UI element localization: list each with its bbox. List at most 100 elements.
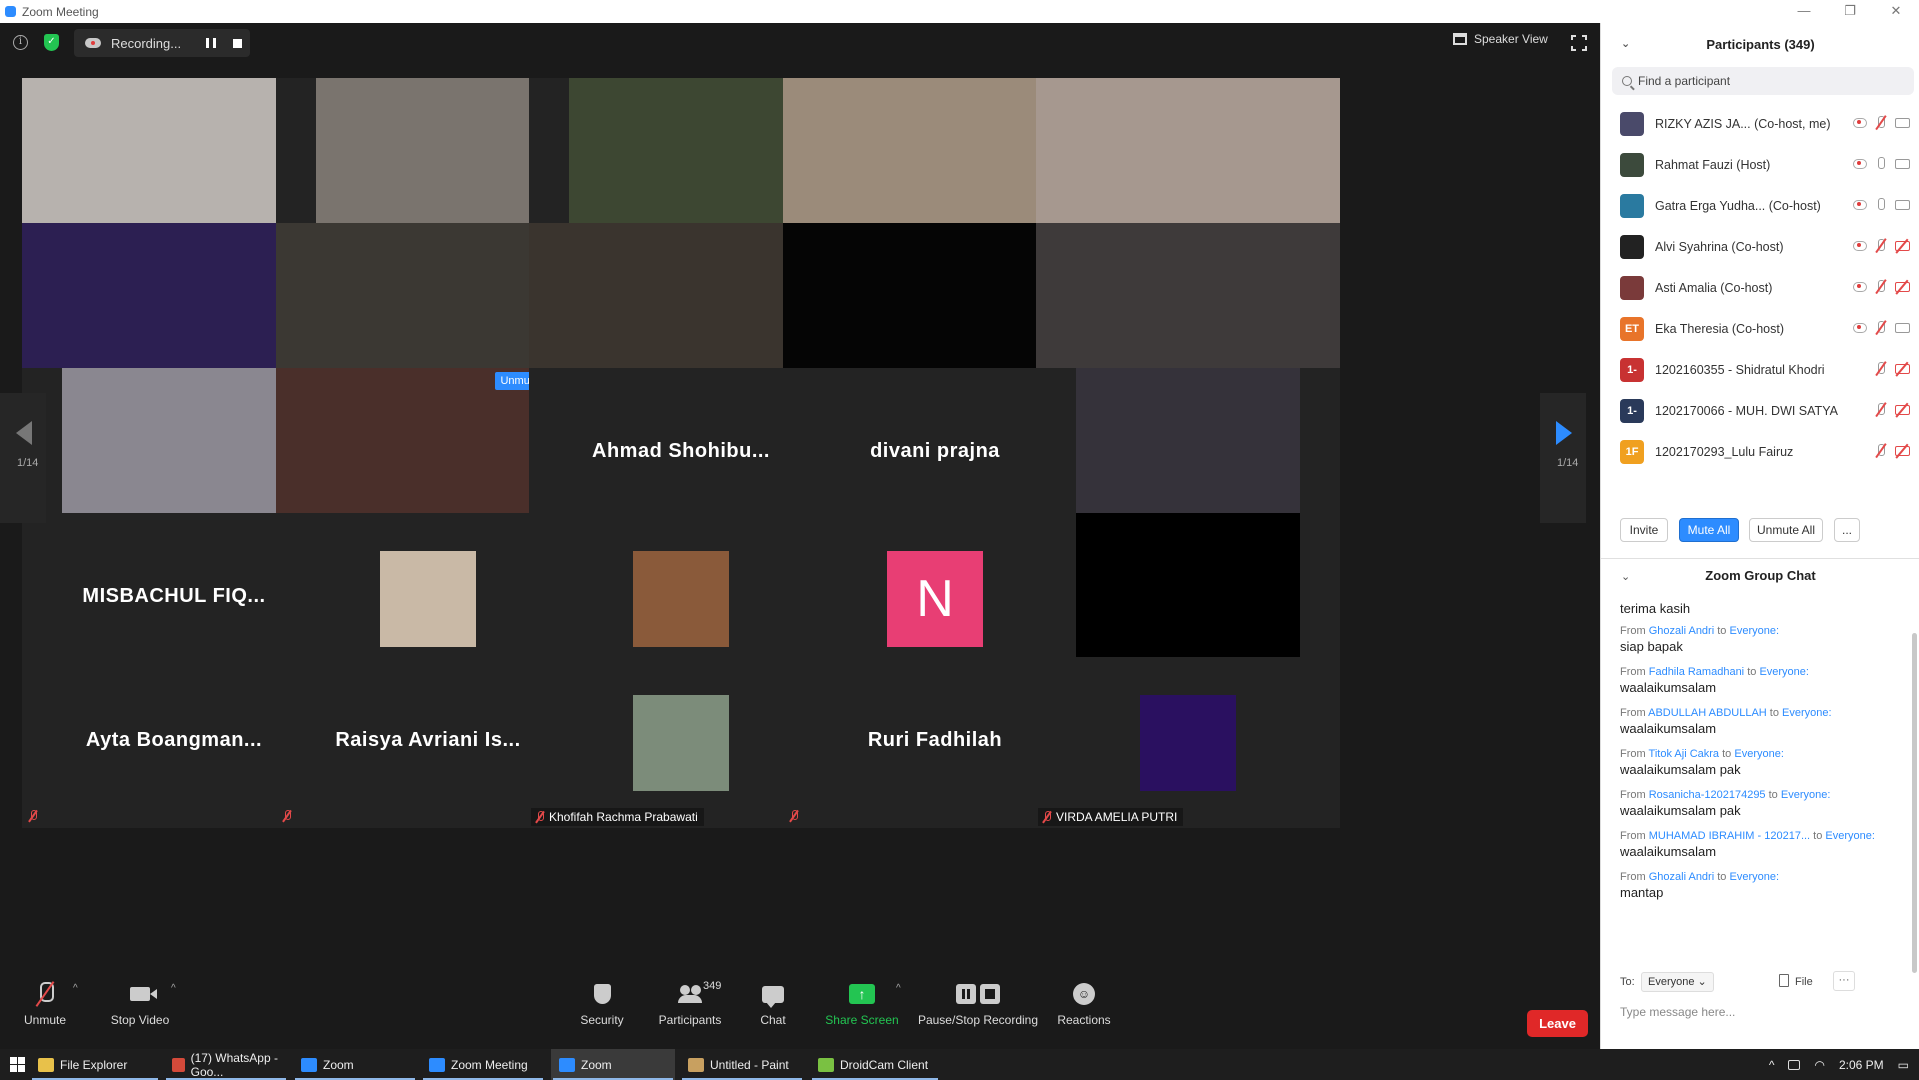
participant-name: 1202170293_Lulu Fairuz (1655, 444, 1794, 459)
muted-mic-icon[interactable] (1875, 444, 1887, 458)
notifications-icon[interactable]: ▭ (1898, 1058, 1909, 1072)
participants-more-button[interactable]: ... (1834, 518, 1860, 542)
sender-name[interactable]: Ghozali Andri (1649, 625, 1714, 637)
invite-button[interactable]: Invite (1620, 518, 1668, 542)
muted-mic-icon[interactable] (1875, 321, 1887, 335)
participant-search-input[interactable]: Find a participant (1612, 67, 1914, 95)
participant-row[interactable]: 1F 1202170293_Lulu Fairuz (1601, 431, 1919, 472)
security-button[interactable]: Security (576, 981, 628, 1027)
participant-tile[interactable]: VIRDA AMELIA PUTRI (1036, 657, 1340, 828)
unmute-button[interactable]: Unmute (22, 981, 68, 1027)
chat-message: From Titok Aji Cakra to Everyone: waalaik… (1620, 748, 1905, 777)
side-panel: ⌄ Participants (349) Find a participant … (1600, 23, 1919, 1049)
participant-row[interactable]: 1- 1202170066 - MUH. DWI SATYA (1601, 390, 1919, 431)
participant-row[interactable]: Alvi Syahrina (Co-host) (1601, 226, 1919, 267)
taskbar-item[interactable]: Zoom (293, 1049, 417, 1080)
participant-row[interactable]: ET Eka Theresia (Co-host) (1601, 308, 1919, 349)
participant-avatar (1140, 694, 1236, 791)
muted-mic-icon[interactable] (1875, 280, 1887, 294)
info-icon[interactable]: i (13, 35, 28, 50)
close-button[interactable]: ✕ (1873, 0, 1919, 23)
tray-expand-icon[interactable]: ^ (1769, 1058, 1775, 1072)
audio-options-caret[interactable]: ^ (73, 983, 78, 994)
taskbar-item[interactable]: Zoom Meeting (421, 1049, 545, 1080)
participant-row[interactable]: Gatra Erga Yudha... (Co-host) (1601, 185, 1919, 226)
battery-icon[interactable] (1788, 1059, 1801, 1070)
restore-button[interactable]: ❐ (1827, 0, 1873, 23)
muted-mic-icon[interactable] (1875, 239, 1887, 253)
participant-name-bar: VIRDA AMELIA PUTRI (1038, 808, 1184, 826)
recipient-name[interactable]: Everyone: (1825, 830, 1875, 842)
collapse-participants-icon[interactable]: ⌄ (1621, 37, 1630, 50)
video-off-icon (1895, 405, 1910, 415)
participant-row[interactable]: Rahmat Fauzi (Host) (1601, 144, 1919, 185)
chat-message: From MUHAMAD IBRAHIM - 120217... to Ever… (1620, 830, 1905, 859)
participant-row[interactable]: 1- 1202160355 - Shidratul Khodri (1601, 349, 1919, 390)
file-button[interactable]: File (1795, 976, 1813, 988)
recipient-name[interactable]: Everyone: (1782, 707, 1832, 719)
recipient-name[interactable]: Everyone: (1729, 871, 1779, 883)
taskbar-item[interactable]: Untitled - Paint (680, 1049, 804, 1080)
share-options-caret[interactable]: ^ (896, 983, 901, 994)
to-word: to (1722, 748, 1732, 760)
sender-name[interactable]: Titok Aji Cakra (1649, 748, 1720, 760)
chat-message-text: waalaikumsalam pak (1620, 803, 1741, 818)
sender-name[interactable]: Ghozali Andri (1649, 871, 1714, 883)
muted-mic-icon[interactable] (1875, 116, 1887, 130)
recipient-select[interactable]: Everyone ⌄ (1641, 972, 1714, 992)
wifi-icon[interactable]: ◠ (1814, 1058, 1824, 1072)
sender-name[interactable]: ABDULLAH ABDULLAH (1648, 707, 1767, 719)
taskbar-item[interactable]: DroidCam Client (810, 1049, 940, 1080)
mic-icon[interactable] (1875, 198, 1887, 212)
sender-name[interactable]: Rosanicha-1202174295 (1649, 789, 1766, 801)
recipient-name[interactable]: Everyone: (1734, 748, 1784, 760)
chat-recipient-row: To: Everyone ⌄ File ··· (1601, 969, 1919, 997)
muted-mic-icon[interactable] (1875, 403, 1887, 417)
pause-stop-recording-button[interactable]: Pause/Stop Recording (916, 981, 1040, 1027)
taskbar-item[interactable]: (17) WhatsApp - Goo... (164, 1049, 288, 1080)
muted-mic-icon (789, 810, 799, 822)
pause-recording-icon[interactable] (206, 38, 216, 48)
sender-name[interactable]: Fadhila Ramadhani (1649, 666, 1744, 678)
collapse-chat-icon[interactable]: ⌄ (1621, 570, 1630, 583)
recipient-name[interactable]: Everyone: (1781, 789, 1831, 801)
participant-row[interactable]: RIZKY AZIS JA... (Co-host, me) (1601, 103, 1919, 144)
participant-row[interactable]: Asti Amalia (Co-host) (1601, 267, 1919, 308)
share-screen-button[interactable]: ↑ Share Screen (822, 981, 902, 1027)
recipient-name[interactable]: Everyone: (1729, 625, 1779, 637)
taskbar-item[interactable]: Zoom (551, 1049, 675, 1080)
stop-recording-icon[interactable] (233, 39, 242, 48)
participant-status-icons (1853, 157, 1910, 171)
mute-all-button[interactable]: Mute All (1679, 518, 1739, 542)
video-options-caret[interactable]: ^ (171, 983, 176, 994)
stop-video-button[interactable]: Stop Video (108, 981, 172, 1027)
to-word: to (1813, 830, 1823, 842)
muted-mic-icon (1042, 811, 1052, 823)
to-word: to (1717, 871, 1727, 883)
chat-more-button[interactable]: ··· (1833, 971, 1855, 991)
muted-mic-icon[interactable] (1875, 362, 1887, 376)
chat-message-input[interactable]: Type message here... (1620, 1005, 1905, 1027)
leave-button[interactable]: Leave (1527, 1010, 1588, 1037)
reactions-button[interactable]: ☺ Reactions (1056, 981, 1112, 1027)
chat-button[interactable]: Chat (752, 981, 794, 1027)
encryption-shield-icon[interactable]: ✓ (44, 34, 59, 51)
minimize-button[interactable]: — (1781, 0, 1827, 23)
recipient-name[interactable]: Everyone: (1759, 666, 1809, 678)
page-indicator-left: 1/14 (17, 457, 39, 469)
reactions-label: Reactions (1057, 1013, 1111, 1027)
fullscreen-icon[interactable] (1570, 34, 1588, 52)
from-word: From (1620, 830, 1646, 842)
chat-scrollbar[interactable] (1912, 633, 1917, 973)
clock[interactable]: 2:06 PM (1839, 1058, 1884, 1072)
muted-mic-icon (282, 810, 292, 822)
mic-icon[interactable] (1875, 157, 1887, 171)
windows-start-icon[interactable] (10, 1057, 26, 1073)
chat-message-header: From Titok Aji Cakra to Everyone: (1620, 748, 1905, 760)
speaker-view-button[interactable]: Speaker View (1453, 32, 1548, 46)
page-indicator-right: 1/14 (1557, 457, 1579, 469)
file-icon[interactable] (1779, 974, 1789, 987)
sender-name[interactable]: MUHAMAD IBRAHIM - 120217... (1649, 830, 1810, 842)
unmute-all-button[interactable]: Unmute All (1749, 518, 1823, 542)
taskbar-item[interactable]: File Explorer (30, 1049, 160, 1080)
